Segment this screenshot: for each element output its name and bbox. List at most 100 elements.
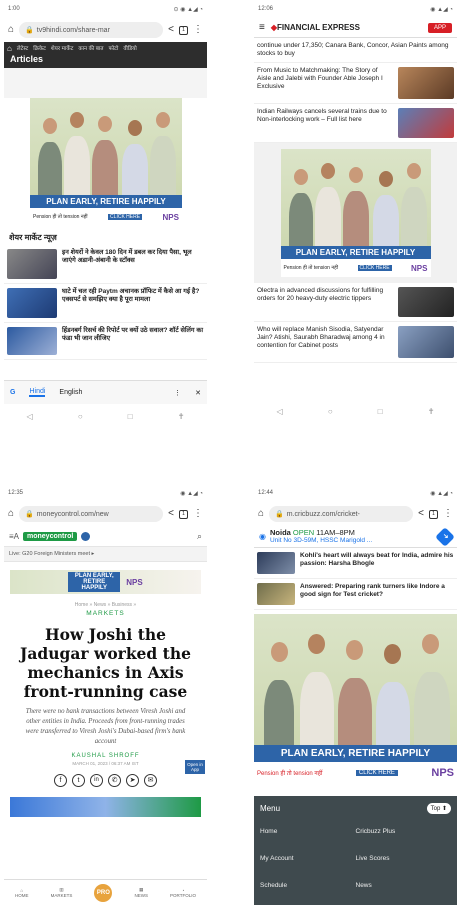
section-label[interactable]: MARKETS — [4, 610, 207, 617]
nps-logo: NPS — [162, 212, 179, 222]
list-item[interactable]: From Music to Matchmaking: The Story of … — [254, 63, 457, 104]
back-icon[interactable]: ◁ — [277, 407, 283, 416]
menu-item-cricbuzz-plus[interactable]: Cricbuzz Plus — [356, 828, 452, 835]
back-icon[interactable]: ◁ — [27, 412, 33, 421]
nav-item[interactable]: फोटो — [108, 44, 118, 52]
recents-icon[interactable]: □ — [378, 407, 383, 416]
ad-cta[interactable]: CLICK HERE — [357, 265, 392, 271]
facebook-icon[interactable]: f — [54, 774, 67, 787]
status-icons: ◉ ▲◢ ◔ — [430, 6, 453, 13]
linkedin-icon[interactable]: in — [90, 774, 103, 787]
menu-icon[interactable]: ≡ — [259, 22, 265, 33]
status-icons: ◉ ▲◢ ◔ — [180, 490, 203, 497]
nav-portfolio[interactable]: ◔ PORTFOLIO — [170, 888, 196, 898]
nav-item[interactable]: शेयर मार्केट — [51, 44, 73, 52]
map-address: Unit No 3D-59M, HSSC Marigold ... — [269, 536, 373, 544]
top-button[interactable]: Top ⬆ — [426, 802, 451, 814]
list-item[interactable]: Answered: Preparing rank turners like In… — [254, 579, 457, 610]
home-circle-icon[interactable]: ○ — [78, 412, 83, 421]
more-icon[interactable]: ⋮ — [443, 509, 453, 519]
story-thumbnail — [257, 583, 295, 605]
close-icon[interactable]: ✕ — [195, 389, 201, 397]
more-icon[interactable]: ⋮ — [193, 509, 203, 519]
translate-hindi[interactable]: Hindi — [29, 388, 46, 397]
ad-cta[interactable]: CLICK HERE — [108, 214, 143, 220]
nav-item[interactable]: वीडियो — [123, 44, 136, 52]
list-item[interactable]: Olectra in advanced discussions for fulf… — [254, 283, 457, 322]
list-item[interactable]: Who will replace Manish Sisodia, Satyend… — [254, 322, 457, 363]
email-icon[interactable]: ✉ — [144, 774, 157, 787]
menu-item-my-account[interactable]: My Account — [260, 855, 356, 862]
system-nav: ◁ ○ □ ✝ — [4, 405, 207, 427]
whatsapp-icon[interactable]: ✆ — [108, 774, 121, 787]
list-item[interactable]: इन शेयरों ने केवल 180 दिन में डबल कर दिय… — [4, 245, 207, 284]
list-item[interactable]: Kohli's heart will always beat for India… — [254, 548, 457, 579]
translate-english[interactable]: English — [59, 389, 82, 396]
recents-icon[interactable]: □ — [128, 412, 133, 421]
telegram-icon[interactable]: ➤ — [126, 774, 139, 787]
twitter-icon[interactable]: t — [72, 774, 85, 787]
live-ticker[interactable]: Live: G20 Foreign Ministers meet ▸ — [4, 546, 207, 562]
story-title: Kohli's heart will always beat for India… — [300, 552, 454, 567]
share-row: f t in ✆ ➤ ✉ — [4, 774, 207, 787]
accessibility-icon[interactable]: ✝ — [178, 412, 185, 421]
nav-item[interactable]: क्रिकेट — [33, 44, 46, 52]
article-summary: There were no bank transactions between … — [25, 708, 186, 745]
brand-logo[interactable]: ◆FINANCIAL EXPRESS — [271, 23, 360, 32]
brand-name: FINANCIAL EXPRESS — [277, 23, 360, 32]
open-in-app-button[interactable]: Open in App — [185, 760, 205, 774]
ad-banner[interactable]: PLAN EARLY, RETIRE HAPPILY Pension ही तो… — [30, 98, 182, 226]
menu-icon[interactable]: ≡A — [9, 532, 19, 541]
list-item[interactable]: continue under 17,350; Canara Bank, Conc… — [254, 38, 457, 63]
home-icon[interactable]: ⌂ — [258, 509, 264, 519]
more-icon[interactable]: ⋮ — [174, 389, 181, 397]
menu-item-schedule[interactable]: Schedule — [260, 882, 356, 889]
screenshot-moneycontrol: 12:35 ◉ ▲◢ ◔ ⌂ 🔒 moneycontrol.com/new < … — [4, 484, 207, 905]
tabs-icon[interactable]: 1 — [179, 25, 188, 35]
system-nav: ◁ ○ □ ✝ — [254, 400, 457, 422]
address-bar[interactable]: 🔒 m.cricbuzz.com/cricket- — [269, 506, 414, 522]
story-title: Olectra in advanced discussions for fulf… — [257, 287, 384, 302]
ad-banner[interactable]: PLAN EARLY, RETIRE HAPPILY Pension ही तो… — [280, 149, 431, 277]
home-circle-icon[interactable]: ○ — [328, 407, 333, 416]
home-icon[interactable]: ⌂ — [7, 44, 12, 53]
ad-cta[interactable]: CLICK HERE — [355, 770, 398, 776]
menu-item-news[interactable]: News — [356, 882, 452, 889]
app-button[interactable]: APP — [427, 22, 452, 33]
address-bar[interactable]: 🔒 moneycontrol.com/new — [19, 506, 164, 522]
ad-footer-text: Pension ही तो tension नहीं — [283, 265, 339, 271]
search-icon[interactable]: ⌕ — [197, 531, 202, 542]
nav-news[interactable]: ▦ NEWS — [134, 887, 148, 898]
nav-pro[interactable]: PRO — [94, 883, 113, 902]
screenshot-financial-express: 12:06 ◉ ▲◢ ◔ ≡ ◆FINANCIAL EXPRESS APP co… — [254, 0, 457, 430]
nav-home[interactable]: ⌂ HOME — [15, 888, 29, 898]
list-item[interactable]: Indian Railways cancels several trains d… — [254, 104, 457, 143]
menu-item-live-scores[interactable]: Live Scores — [356, 855, 452, 862]
menu-item-home[interactable]: Home — [260, 828, 356, 835]
author-name[interactable]: KAUSHAL SHROFF — [4, 753, 207, 759]
nav-item[interactable]: लेटेस्ट — [17, 44, 28, 52]
home-icon[interactable]: ⌂ — [8, 509, 14, 519]
ad-footer: Pension ही तो tension नहीं CLICK HERE NP… — [280, 259, 431, 277]
list-item[interactable]: हिंडनबर्ग रिसर्च की रिपोर्ट पर क्यों उठे… — [4, 323, 207, 360]
share-icon[interactable]: < — [168, 509, 174, 519]
map-ad[interactable]: ◉ Noida OPEN 11AM–8PM Unit No 3D-59M, HS… — [254, 526, 457, 548]
more-icon[interactable]: ⋮ — [193, 25, 203, 35]
tabs-icon[interactable]: 1 — [429, 509, 438, 519]
list-item[interactable]: घाटे में चल रही Paytm अचानक प्रॉफिट में … — [4, 284, 207, 323]
ad-banner[interactable]: PLAN EARLY, RETIRE HAPPILY Pension ही तो… — [254, 614, 457, 784]
address-bar[interactable]: 🔒 tv9hindi.com/share-mar — [19, 22, 164, 38]
brand-logo[interactable]: moneycontrol — [23, 531, 78, 541]
share-icon[interactable]: < — [418, 509, 424, 519]
ad-strip[interactable]: PLAN EARLY, RETIRE HAPPILY NPS — [10, 570, 201, 594]
accessibility-icon[interactable]: ✝ — [428, 407, 435, 416]
nav-item[interactable]: कान की बात — [78, 44, 103, 52]
breadcrumb[interactable]: Home » News » Business » — [4, 602, 207, 608]
nav-markets[interactable]: ▥ MARKETS — [51, 887, 73, 898]
tabs-icon[interactable]: 1 — [179, 509, 188, 519]
story-thumbnail — [7, 249, 57, 279]
share-icon[interactable]: < — [168, 25, 174, 35]
home-icon[interactable]: ⌂ — [8, 25, 14, 35]
lock-icon: 🔒 — [25, 511, 34, 518]
directions-icon[interactable]: ➔ — [435, 526, 455, 547]
